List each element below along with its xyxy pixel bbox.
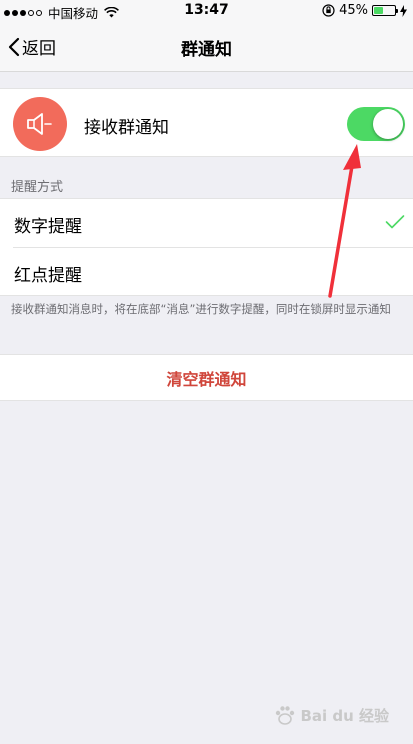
option-red-dot-reminder[interactable]: 红点提醒 <box>0 248 413 296</box>
clear-notifications-label: 清空群通知 <box>166 369 247 389</box>
watermark-text: Bai du 经验 <box>300 706 389 725</box>
receive-notification-row: 接收群通知 <box>0 88 413 157</box>
status-bar: 中国移动 13:47 45% <box>0 0 413 22</box>
checkmark-icon <box>385 215 405 229</box>
status-right: 45% <box>322 3 407 18</box>
back-button[interactable]: 返回 <box>8 34 56 59</box>
receive-notification-toggle[interactable] <box>347 107 405 141</box>
battery-fill <box>374 7 383 14</box>
toggle-knob <box>373 109 403 139</box>
receive-notification-label: 接收群通知 <box>84 118 169 138</box>
back-label: 返回 <box>22 39 56 59</box>
charging-icon <box>400 4 407 17</box>
reminder-options-list: 数字提醒 红点提醒 <box>0 198 413 296</box>
battery-percent: 45% <box>339 3 368 18</box>
option-label: 数字提醒 <box>14 217 82 237</box>
baidu-watermark: Bai du 经验 <box>274 704 389 726</box>
navigation-bar: 返回 群通知 <box>0 22 413 72</box>
option-label: 红点提醒 <box>14 266 82 286</box>
option-number-reminder[interactable]: 数字提醒 <box>0 199 413 248</box>
battery-icon <box>372 5 398 16</box>
reminder-footnote: 接收群通知消息时，将在底部“消息”进行数字提醒，同时在锁屏时显示通知 <box>11 302 391 316</box>
paw-icon <box>276 706 295 725</box>
speaker-icon <box>27 113 52 135</box>
chevron-left-icon <box>8 37 20 56</box>
notification-avatar <box>13 97 67 151</box>
reminder-section-title: 提醒方式 <box>11 180 64 195</box>
rotation-lock-icon <box>322 4 335 17</box>
clear-notifications-button[interactable]: 清空群通知 <box>0 354 413 401</box>
page-title: 群通知 <box>181 40 232 60</box>
